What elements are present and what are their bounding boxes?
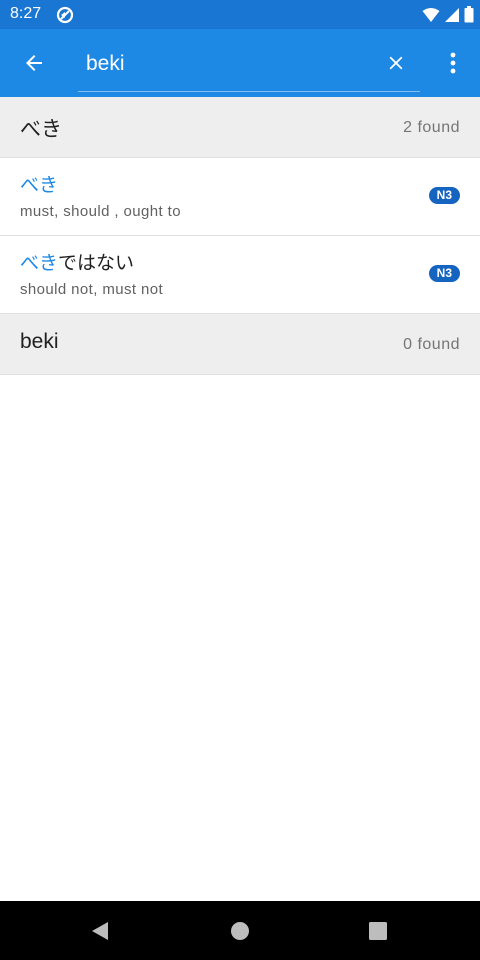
close-icon [389, 56, 403, 70]
back-button[interactable] [16, 47, 52, 79]
more-options-button[interactable] [436, 47, 470, 79]
section-header: べき 2 found [0, 97, 480, 158]
result-item[interactable]: べき must, should , ought to N3 [0, 158, 480, 236]
battery-icon [464, 6, 474, 27]
section-title: beki [20, 330, 59, 353]
status-bar: 8:27 [0, 0, 480, 29]
search-input[interactable] [86, 47, 366, 81]
signal-icon [444, 7, 460, 27]
section-count: 0 found [403, 336, 460, 353]
data-saver-icon [56, 6, 74, 28]
jlpt-level-badge: N3 [428, 265, 460, 282]
nav-back-icon [92, 922, 108, 940]
nav-back-button[interactable] [89, 920, 111, 942]
status-time: 8:27 [10, 5, 42, 22]
wifi-icon [422, 7, 440, 27]
section-header: beki 0 found [0, 314, 480, 375]
status-icons [422, 6, 474, 27]
arrow-back-icon [26, 55, 42, 71]
navigation-bar [0, 901, 480, 960]
result-item[interactable]: べきではない should not, must not N3 [0, 236, 480, 314]
result-meaning: should not, must not [20, 281, 164, 298]
result-meaning: must, should , ought to [20, 203, 181, 220]
term-rest: ではない [58, 252, 135, 274]
clear-search-button[interactable] [378, 47, 414, 79]
more-vert-icon [450, 52, 456, 74]
term-highlight: べき [20, 252, 59, 274]
result-term: べき [20, 170, 58, 197]
jlpt-level-badge: N3 [428, 187, 460, 204]
search-field[interactable] [78, 39, 420, 92]
app-bar [0, 29, 480, 97]
nav-home-icon [231, 922, 249, 940]
result-term: べきではない [20, 248, 134, 275]
results-list: べき 2 found べき must, should , ought to N3… [0, 97, 480, 375]
term-highlight: べき [20, 174, 59, 196]
section-title: べき [20, 118, 62, 141]
nav-home-button[interactable] [229, 920, 251, 942]
nav-recents-icon [369, 922, 387, 940]
section-count: 2 found [403, 119, 460, 136]
nav-recents-button[interactable] [367, 920, 389, 942]
